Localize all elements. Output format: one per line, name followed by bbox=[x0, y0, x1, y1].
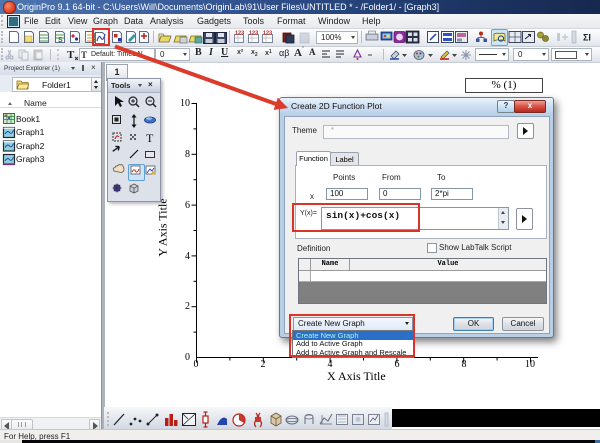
svg-text:T: T bbox=[146, 131, 154, 145]
svg-text:S: S bbox=[58, 37, 63, 44]
svg-text:123: 123 bbox=[235, 31, 244, 37]
svg-text:ΣΙ: ΣΙ bbox=[583, 33, 591, 43]
svg-text:T: T bbox=[67, 49, 75, 61]
svg-text:123: 123 bbox=[263, 31, 272, 37]
svg-text:123: 123 bbox=[249, 31, 258, 37]
svg-text:T: T bbox=[81, 50, 87, 59]
